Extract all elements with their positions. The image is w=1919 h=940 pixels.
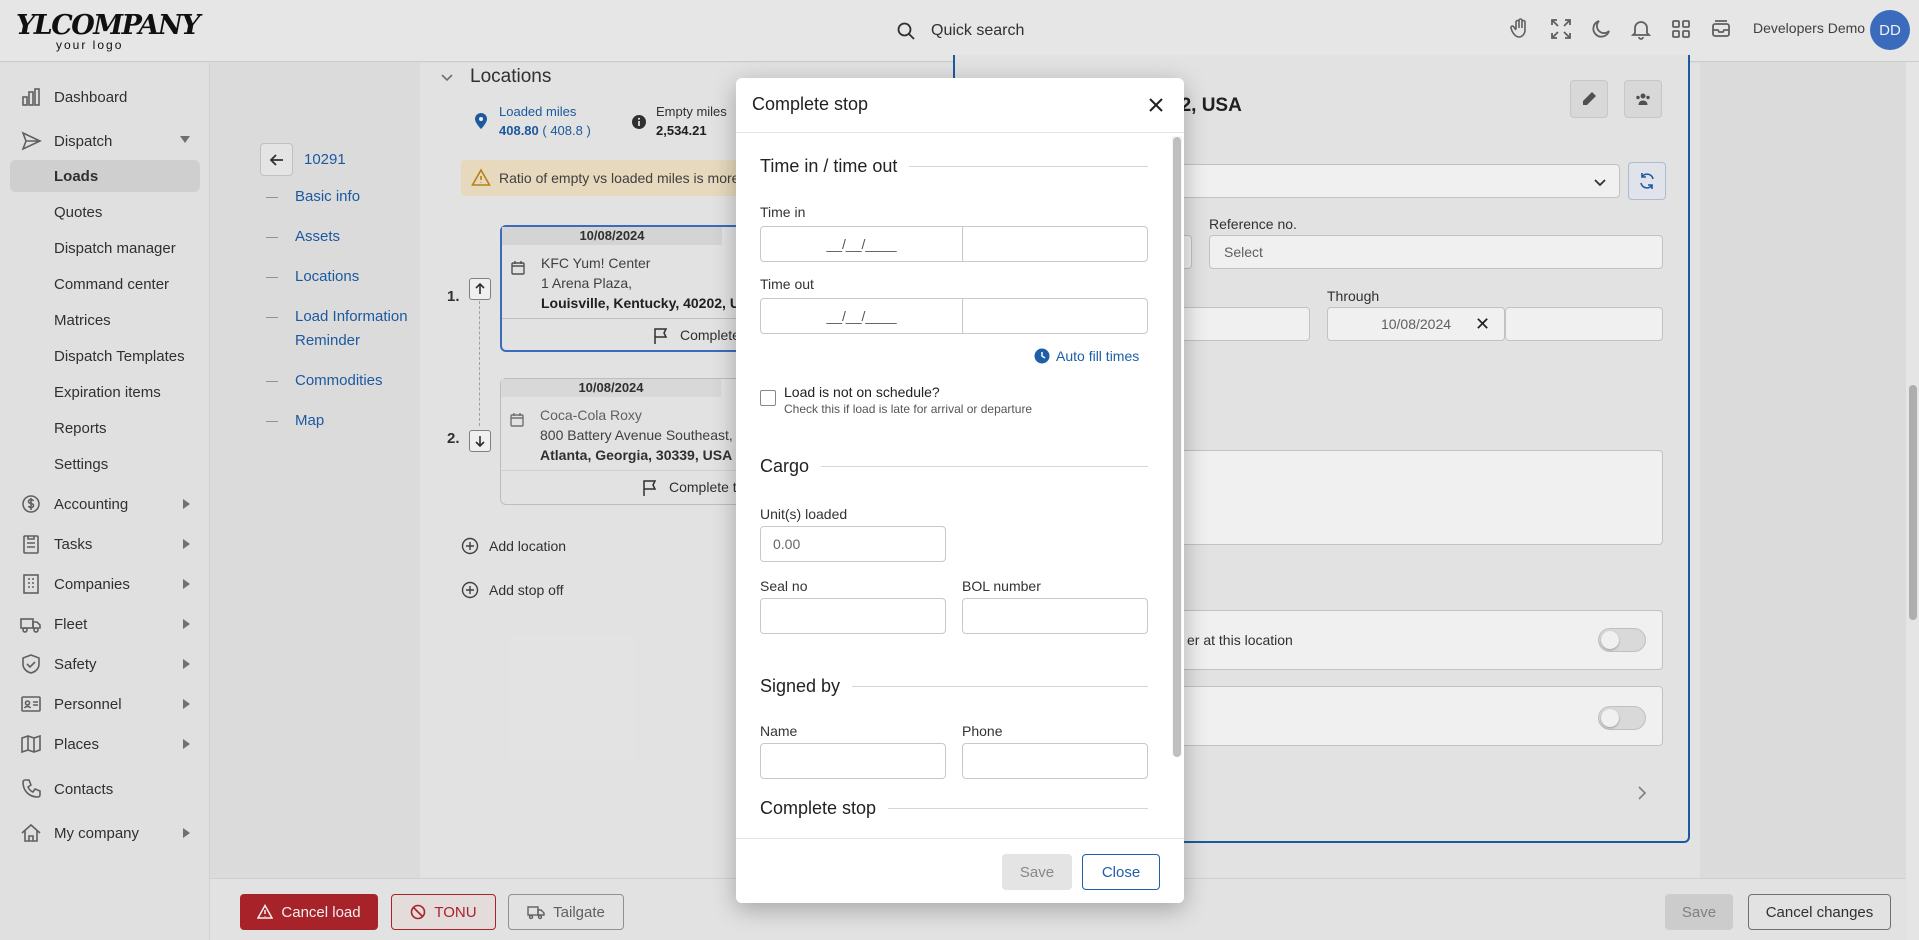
modal-title: Complete stop bbox=[752, 94, 869, 114]
section-cargo: Cargo bbox=[760, 456, 1148, 477]
signed-by-phone-input[interactable] bbox=[962, 743, 1148, 779]
units-loaded-label: Unit(s) loaded bbox=[760, 506, 848, 522]
modal-close-button[interactable]: Close bbox=[1082, 854, 1160, 890]
name-label: Name bbox=[760, 723, 798, 739]
seal-no-input[interactable] bbox=[760, 598, 946, 634]
time-in-date-input[interactable]: __/__/____ bbox=[760, 226, 963, 262]
signed-by-name-input[interactable] bbox=[760, 743, 946, 779]
section-signed-by: Signed by bbox=[760, 676, 1148, 697]
complete-stop-modal: Complete stop Time in / time out Time in… bbox=[736, 78, 1184, 903]
bol-number-label: BOL number bbox=[962, 578, 1041, 594]
bol-number-input[interactable] bbox=[962, 598, 1148, 634]
units-loaded-input[interactable]: 0.00 bbox=[760, 526, 946, 562]
phone-label: Phone bbox=[962, 723, 1003, 739]
section-complete-stop: Complete stop bbox=[760, 798, 1148, 819]
close-icon[interactable] bbox=[1144, 93, 1168, 117]
section-time: Time in / time out bbox=[760, 156, 1148, 177]
auto-fill-times-button[interactable]: Auto fill times bbox=[1034, 348, 1139, 364]
seal-no-label: Seal no bbox=[760, 578, 808, 594]
time-out-time-input[interactable] bbox=[962, 298, 1148, 334]
time-out-date-input[interactable]: __/__/____ bbox=[760, 298, 963, 334]
clock-icon bbox=[1034, 348, 1050, 364]
time-out-label: Time out bbox=[760, 276, 814, 292]
not-on-schedule-checkbox[interactable] bbox=[760, 390, 776, 406]
modal-header: Complete stop bbox=[736, 78, 1184, 133]
time-in-label: Time in bbox=[760, 204, 806, 220]
modal-save-button[interactable]: Save bbox=[1002, 854, 1072, 890]
modal-scrollbar-thumb[interactable] bbox=[1173, 137, 1181, 757]
not-on-schedule-help: Check this if load is late for arrival o… bbox=[784, 402, 1033, 416]
not-on-schedule-label: Load is not on schedule? bbox=[784, 384, 940, 400]
modal-body: Time in / time out Time in __/__/____ Ti… bbox=[736, 134, 1184, 828]
time-in-time-input[interactable] bbox=[962, 226, 1148, 262]
